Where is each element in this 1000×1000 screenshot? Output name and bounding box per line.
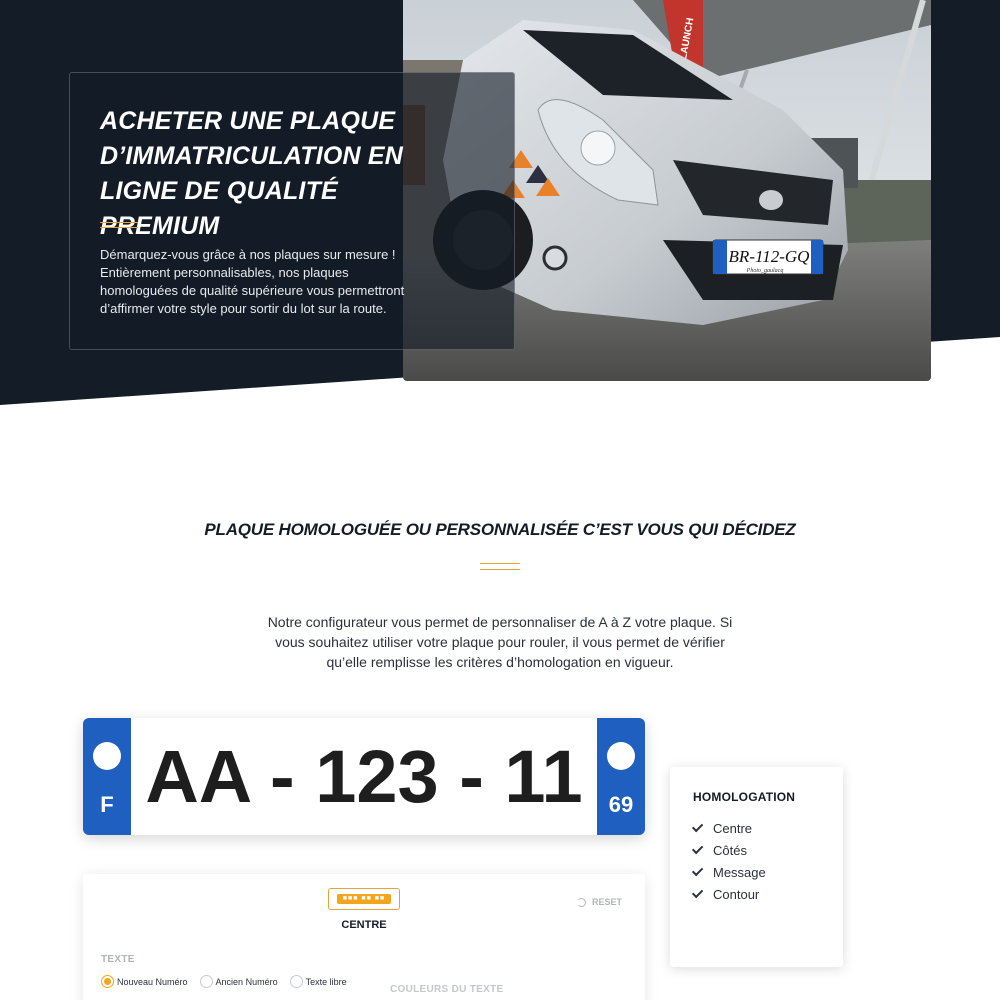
radio-label: Ancien Numéro <box>215 976 278 987</box>
homologation-item-label: Centre <box>713 820 753 836</box>
hero-divider <box>100 222 138 228</box>
radio-label: Texte libre <box>305 976 347 987</box>
section-divider <box>480 563 520 570</box>
section-description: Notre configurateur vous permet de perso… <box>267 614 733 670</box>
radio-selected-icon <box>101 975 114 988</box>
homologation-item: Message <box>691 861 766 883</box>
photo-plate-caption: Photo_gaulacq <box>746 268 784 274</box>
check-icon <box>691 842 704 855</box>
plate-left-emblem-icon <box>93 742 121 770</box>
plate-right-band[interactable]: 69 <box>597 718 645 835</box>
zone-centre-selector[interactable]: ■■■ ■■ ■■ <box>328 888 400 910</box>
configurator-panel: ■■■ ■■ ■■ CENTRE RESET TEXTE Nouveau Num… <box>83 874 645 1000</box>
text-mode-radio-group: Nouveau Numéro Ancien Numéro Texte libre <box>101 975 359 988</box>
homologation-title: HOMOLOGATION <box>693 790 796 804</box>
reset-button[interactable]: RESET <box>577 897 622 907</box>
homologation-item-label: Côtés <box>713 842 747 858</box>
mini-plate-icon: ■■■ ■■ ■■ <box>337 894 391 904</box>
hero-description: Démarquez-vous grâce à nos plaques sur m… <box>100 247 405 316</box>
page: LAUNCH BR-112-GQ Photo_gaulacq ACHETER U… <box>0 0 1000 1000</box>
plate-right-emblem-icon <box>607 742 635 770</box>
plate-number[interactable]: AA - 123 - 11 <box>131 718 597 835</box>
check-icon <box>691 886 704 899</box>
check-icon <box>691 864 704 877</box>
homologation-item: Contour <box>691 883 766 905</box>
radio-texte-libre[interactable]: Texte libre <box>289 975 347 988</box>
radio-label: Nouveau Numéro <box>117 976 188 987</box>
homologation-item-label: Message <box>713 864 766 880</box>
plate-left-band[interactable]: F <box>83 718 131 835</box>
radio-unselected-icon <box>199 975 213 988</box>
homologation-item: Centre <box>691 817 766 839</box>
homologation-list: Centre Côtés Message Contour <box>691 817 766 905</box>
plate-department-code: 69 <box>608 792 634 817</box>
homologation-item-label: Contour <box>713 886 760 902</box>
check-icon <box>691 820 704 833</box>
section-title: PLAQUE HOMOLOGUÉE OU PERSONNALISÉE C’EST… <box>204 520 796 539</box>
license-plate-preview: F AA - 123 - 11 69 <box>83 718 645 835</box>
reset-label: RESET <box>592 897 623 907</box>
text-colors-label: COULEURS DU TEXTE <box>390 984 504 995</box>
plate-country-code: F <box>100 792 114 817</box>
homologation-card: HOMOLOGATION Centre Côtés Message Contou… <box>670 767 843 967</box>
radio-unselected-icon <box>289 975 303 988</box>
radio-nouveau-numero[interactable]: Nouveau Numéro <box>101 975 188 988</box>
reset-icon <box>577 897 586 907</box>
radio-ancien-numero[interactable]: Ancien Numéro <box>199 975 278 988</box>
photo-plate-text: BR-112-GQ <box>729 247 810 266</box>
zone-label: CENTRE <box>341 919 387 931</box>
hero-title: ACHETER UNE PLAQUE D’IMMATRICULATION EN … <box>100 107 404 240</box>
text-section-label: TEXTE <box>101 954 135 965</box>
homologation-item: Côtés <box>691 839 766 861</box>
